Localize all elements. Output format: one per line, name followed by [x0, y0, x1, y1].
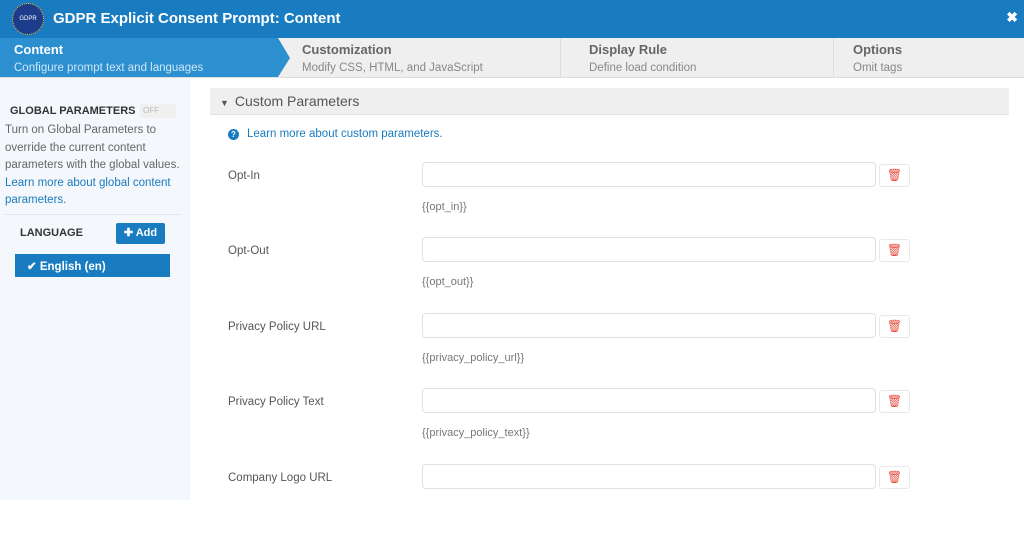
header: GDPR GDPR Explicit Consent Prompt: Conte…: [0, 0, 1024, 38]
page-title: GDPR Explicit Consent Prompt: Content: [53, 10, 341, 27]
param-row-privacy-text: Privacy Policy Text 🗑 {{privacy_policy_tex…: [0, 388, 1024, 466]
param-token: {{opt_out}}: [422, 276, 474, 288]
global-parameters-title: GLOBAL PARAMETERS: [10, 105, 136, 117]
tab-title: Customization: [302, 42, 392, 57]
tab-subtitle: Configure prompt text and languages: [14, 62, 204, 74]
gdpr-logo: GDPR: [12, 3, 44, 35]
param-label: Opt-In: [228, 170, 260, 182]
tab-customization[interactable]: Customization Modify CSS, HTML, and JavaS…: [288, 38, 560, 77]
param-row-opt-in: Opt-In 🗑 {{opt_in}}: [0, 162, 1024, 240]
trash-icon[interactable]: 🗑: [879, 390, 910, 413]
tab-title: Options: [853, 42, 903, 57]
tab-title: Display Rule: [589, 42, 668, 57]
param-token: {{privacy_policy_url}}: [422, 352, 525, 364]
opt-in-input[interactable]: [422, 162, 876, 187]
tab-subtitle: Modify CSS, HTML, and JavaScript: [302, 62, 483, 74]
section-title: Custom Parameters: [234, 93, 360, 109]
param-label: Opt-Out: [228, 245, 269, 257]
opt-out-input[interactable]: [422, 237, 876, 262]
divider: [833, 38, 834, 77]
tab-options[interactable]: Options Omit tags: [839, 38, 1024, 77]
param-label: Privacy Policy Text: [228, 396, 324, 408]
caret-down-icon: ▼: [220, 98, 229, 108]
param-token: {{opt_in}}: [422, 201, 467, 213]
trash-icon[interactable]: 🗑: [879, 315, 910, 338]
trash-icon[interactable]: 🗑: [879, 164, 910, 187]
tab-display-rule[interactable]: Display Rule Define load condition: [575, 38, 833, 77]
custom-parameters-header[interactable]: ▼ Custom Parameters: [210, 88, 1009, 115]
param-row-privacy-url: Privacy Policy URL 🗑 {{privacy_policy_url}…: [0, 313, 1024, 391]
tab-subtitle: Omit tags: [853, 62, 903, 74]
privacy-policy-text-input[interactable]: [422, 388, 876, 413]
divider: [560, 38, 561, 77]
trash-icon[interactable]: 🗑: [879, 466, 910, 489]
param-label: Privacy Policy URL: [228, 321, 326, 333]
tab-title: Content: [14, 42, 64, 57]
help-link[interactable]: ? Learn more about custom parameters.: [228, 128, 443, 140]
tab-content[interactable]: Content Configure prompt text and languag…: [0, 38, 290, 77]
wizard-tabs: Content Configure prompt text and languag…: [0, 38, 1024, 78]
param-token: {{privacy_policy_text}}: [422, 427, 530, 439]
param-label: Company Logo URL: [228, 472, 333, 484]
help-text: Learn more about custom parameters.: [247, 128, 443, 140]
company-logo-url-input[interactable]: [422, 464, 876, 489]
question-icon: ?: [228, 129, 239, 140]
global-parameters-toggle[interactable]: OFF: [140, 104, 176, 118]
desc-text: Turn on Global Parameters to override th…: [5, 124, 180, 171]
privacy-policy-url-input[interactable]: [422, 313, 876, 338]
tab-subtitle: Define load condition: [589, 62, 697, 74]
close-icon[interactable]: ✖: [1006, 9, 1018, 26]
trash-icon[interactable]: 🗑: [879, 239, 910, 262]
param-row-opt-out: Opt-Out 🗑 {{opt_out}}: [0, 237, 1024, 315]
param-row-logo-url: Company Logo URL 🗑: [0, 464, 1024, 542]
